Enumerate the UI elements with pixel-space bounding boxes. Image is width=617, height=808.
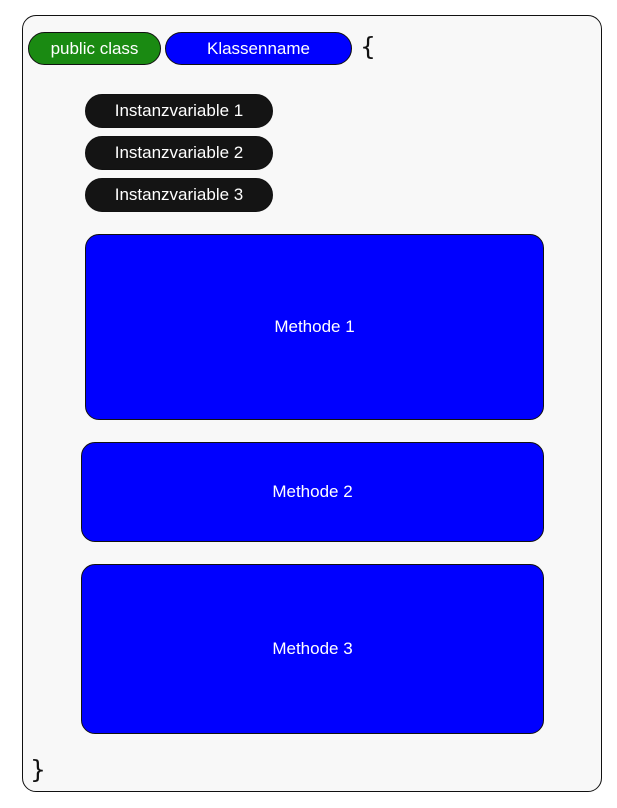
instance-variable-3[interactable]: Instanzvariable 3: [85, 178, 273, 212]
method-3-block[interactable]: Methode 3: [81, 564, 544, 734]
method-2-label: Methode 2: [272, 482, 353, 501]
instance-variable-2[interactable]: Instanzvariable 2: [85, 136, 273, 170]
method-1-block[interactable]: Methode 1: [85, 234, 544, 420]
open-brace: {: [360, 32, 376, 61]
class-name-block[interactable]: Klassenname: [165, 32, 352, 65]
method-1-label: Methode 1: [274, 317, 355, 336]
public-class-keyword[interactable]: public class: [28, 32, 161, 65]
instance-variable-1[interactable]: Instanzvariable 1: [85, 94, 273, 128]
close-brace: }: [30, 755, 46, 784]
method-3-label: Methode 3: [272, 639, 353, 658]
method-2-block[interactable]: Methode 2: [81, 442, 544, 542]
